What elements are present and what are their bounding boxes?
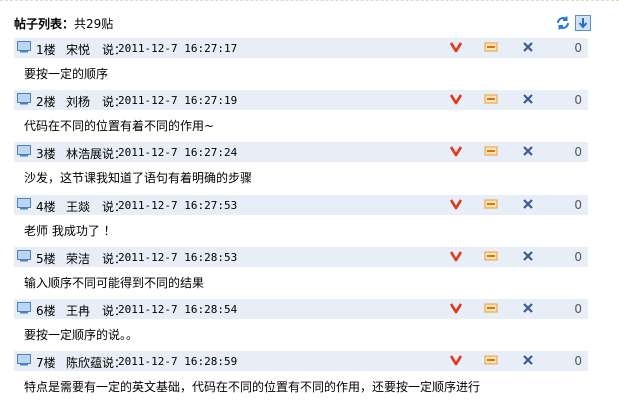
- post-time: 2011-12-7 16:27:53: [118, 198, 238, 212]
- post-time: 2011-12-7 16:27:17: [118, 42, 238, 55]
- post-content: 要按一定顺序的说。。: [24, 327, 139, 342]
- post-icon: [17, 197, 31, 210]
- post-time: 2011-12-7 16:28:53: [118, 250, 238, 264]
- post-list: 1楼 宋悦 说： 2011-12-7 16:27:17 0 要按一定的顺序 2楼…: [14, 38, 588, 403]
- post-icon: [17, 249, 31, 262]
- refresh-icon[interactable]: [555, 15, 571, 31]
- minus-icon[interactable]: [484, 197, 498, 211]
- reply-count: 0: [574, 354, 582, 369]
- post-icon: [17, 93, 31, 105]
- post-time: 2011-12-7 16:28:59: [118, 355, 238, 369]
- post-author: 荣洁: [66, 251, 91, 266]
- close-icon[interactable]: [521, 144, 535, 158]
- minus-icon[interactable]: [484, 353, 498, 367]
- post-floor: 2楼: [36, 95, 56, 110]
- close-icon[interactable]: [521, 301, 535, 315]
- post-header-bar: 5楼 荣洁 说： 2011-12-7 16:28:53 0: [14, 246, 588, 267]
- post-author: 陈欣蕴: [66, 356, 103, 371]
- post-floor: 5楼: [36, 251, 56, 266]
- minus-icon[interactable]: [484, 301, 498, 315]
- post-icon: [17, 41, 31, 53]
- list-item: 2楼 刘杨 说： 2011-12-7 16:27:19 0 代码在不同的位置有着…: [14, 90, 588, 142]
- list-item: 1楼 宋悦 说： 2011-12-7 16:27:17 0 要按一定的顺序: [14, 38, 588, 90]
- vote-up-icon[interactable]: [449, 249, 463, 263]
- list-item: 5楼 荣洁 说： 2011-12-7 16:28:53 0 输入顺序不同可能得到…: [14, 246, 588, 299]
- post-header-bar: 2楼 刘杨 说： 2011-12-7 16:27:19 0: [14, 90, 588, 111]
- minus-icon[interactable]: [484, 144, 498, 158]
- minus-icon[interactable]: [484, 249, 498, 263]
- post-time: 2011-12-7 16:27:19: [118, 94, 238, 108]
- post-floor: 6楼: [36, 303, 56, 318]
- post-floor: 1楼: [36, 43, 56, 57]
- post-icon: [17, 301, 31, 314]
- list-item: 4楼 王燚 说： 2011-12-7 16:27:53 0 老师 我成功了 ！: [14, 194, 588, 247]
- post-floor: 4楼: [36, 199, 56, 214]
- close-icon[interactable]: [521, 40, 535, 54]
- post-header-bar: 6楼 王冉 说： 2011-12-7 16:28:54 0: [14, 298, 588, 319]
- list-item: 7楼 陈欣蕴 说： 2011-12-7 16:28:59 0 特点是需要有一定的…: [14, 351, 588, 403]
- header-tools: [555, 15, 591, 31]
- close-icon[interactable]: [521, 197, 535, 211]
- post-floor: 7楼: [36, 356, 56, 371]
- post-content: 输入顺序不同可能得到不同的结果: [24, 275, 205, 290]
- page-title: 帖子列表：: [14, 16, 75, 31]
- vote-up-icon[interactable]: [449, 92, 463, 106]
- close-icon[interactable]: [521, 92, 535, 106]
- vote-up-icon[interactable]: [449, 40, 463, 54]
- vote-up-icon[interactable]: [449, 301, 463, 315]
- post-author: 刘杨: [66, 95, 91, 110]
- download-arrow-icon[interactable]: [575, 15, 591, 31]
- post-time: 2011-12-7 16:28:54: [118, 302, 238, 316]
- post-header-bar: 3楼 林浩展 说： 2011-12-7 16:27:24 0: [14, 142, 588, 163]
- post-header-bar: 7楼 陈欣蕴 说： 2011-12-7 16:28:59 0: [14, 351, 588, 372]
- post-floor: 3楼: [36, 147, 56, 162]
- reply-count: 0: [574, 93, 582, 108]
- post-content: 要按一定的顺序: [24, 67, 109, 81]
- list-item: 3楼 林浩展 说： 2011-12-7 16:27:24 0 沙发，这节课我知道…: [14, 142, 588, 194]
- minus-icon[interactable]: [484, 40, 498, 54]
- post-author: 宋悦: [66, 43, 91, 57]
- reply-count: 0: [574, 249, 582, 264]
- post-icon: [17, 145, 31, 157]
- minus-icon[interactable]: [484, 92, 498, 106]
- post-count: 共29贴: [74, 16, 114, 31]
- reply-count: 0: [574, 197, 582, 212]
- post-list-header: 帖子列表： 共29贴: [14, 14, 591, 32]
- vote-up-icon[interactable]: [449, 144, 463, 158]
- post-content: 沙发，这节课我知道了语句有着明确的步骤: [24, 171, 253, 186]
- post-header-bar: 1楼 宋悦 说： 2011-12-7 16:27:17 0: [14, 38, 588, 58]
- post-author: 林浩展: [66, 147, 103, 162]
- close-icon[interactable]: [521, 249, 535, 263]
- list-item: 6楼 王冉 说： 2011-12-7 16:28:54 0 要按一定顺序的说。。: [14, 298, 588, 351]
- vote-up-icon[interactable]: [449, 197, 463, 211]
- reply-count: 0: [574, 145, 582, 160]
- post-header-bar: 4楼 王燚 说： 2011-12-7 16:27:53 0: [14, 194, 588, 215]
- post-content: 老师 我成功了 ！: [24, 223, 116, 238]
- top-divider: [0, 0, 619, 5]
- post-content: 特点是需要有一定的英文基础，代码在不同的位置有不同的作用，还要按一定顺序进行: [24, 380, 481, 395]
- post-author: 王燚: [66, 199, 91, 214]
- post-author: 王冉: [66, 303, 91, 318]
- reply-count: 0: [574, 301, 582, 316]
- close-icon[interactable]: [521, 353, 535, 367]
- post-icon: [17, 354, 31, 366]
- reply-count: 0: [574, 41, 582, 55]
- post-time: 2011-12-7 16:27:24: [118, 146, 238, 160]
- post-content: 代码在不同的位置有着不同的作用~: [24, 119, 215, 134]
- vote-up-icon[interactable]: [449, 353, 463, 367]
